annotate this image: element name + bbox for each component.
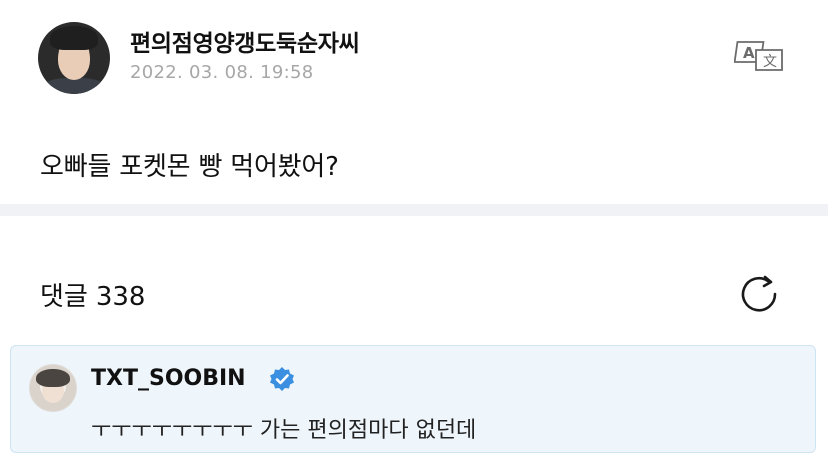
avatar-hair bbox=[50, 26, 98, 50]
translate-icon[interactable]: A 文 bbox=[734, 38, 784, 72]
refresh-icon[interactable] bbox=[738, 274, 782, 314]
comments-label: 댓글 bbox=[40, 282, 88, 312]
post-header: 편의점영양갱도둑순자씨 2022. 03. 08. 19:58 A 文 bbox=[0, 0, 828, 110]
commenter-avatar-hair bbox=[36, 369, 70, 387]
post-timestamp: 2022. 03. 08. 19:58 bbox=[130, 62, 314, 83]
commenter-avatar[interactable] bbox=[29, 364, 77, 412]
svg-text:A: A bbox=[743, 44, 755, 62]
comments-count: 338 bbox=[95, 282, 146, 312]
post-body: 오빠들 포켓몬 빵 먹어봤어? bbox=[40, 152, 339, 182]
author-name[interactable]: 편의점영양갱도둑순자씨 bbox=[130, 24, 360, 58]
section-divider bbox=[0, 204, 828, 216]
highlighted-comment[interactable]: TXT_SOOBIN ㅜㅜㅜㅜㅜㅜㅜㅜ 가는 편의점마다 없던데 bbox=[10, 345, 816, 453]
comment-text: ㅜㅜㅜㅜㅜㅜㅜㅜ 가는 편의점마다 없던데 bbox=[91, 418, 477, 443]
commenter-name[interactable]: TXT_SOOBIN bbox=[91, 366, 246, 391]
avatar-shoulder bbox=[42, 78, 106, 94]
verified-badge-icon bbox=[270, 367, 294, 391]
comments-header: 댓글 338 bbox=[40, 276, 153, 313]
svg-text:文: 文 bbox=[763, 54, 777, 70]
author-avatar[interactable] bbox=[38, 22, 110, 94]
